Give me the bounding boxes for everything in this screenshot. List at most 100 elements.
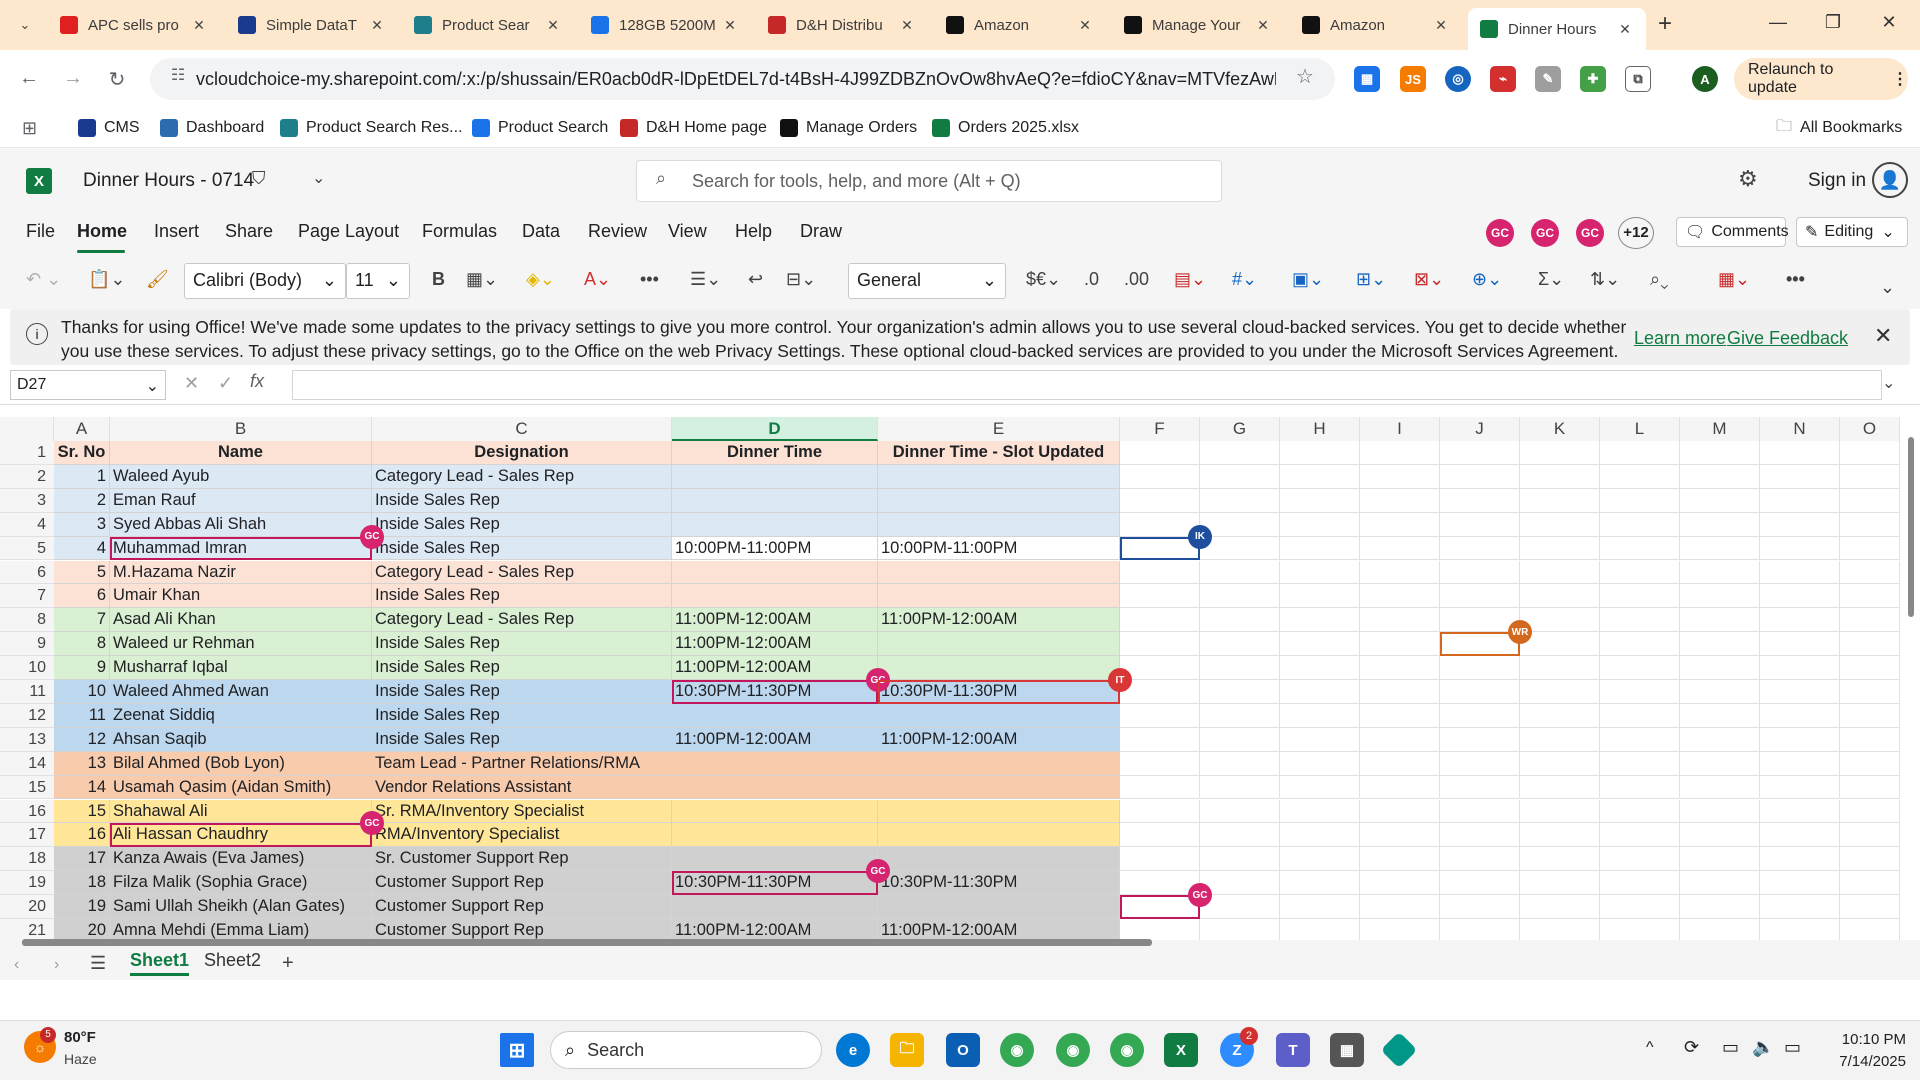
grid-cell[interactable] bbox=[1440, 703, 1520, 728]
increase-decimal-icon[interactable]: .00 bbox=[1124, 269, 1149, 290]
grid-cell[interactable] bbox=[1840, 536, 1900, 561]
collaborator-cursor-avatar[interactable]: GC bbox=[1188, 883, 1212, 908]
battery-icon[interactable]: ▭ bbox=[1784, 1037, 1801, 1058]
grid-cell[interactable] bbox=[1600, 608, 1680, 633]
column-header[interactable]: C bbox=[372, 417, 672, 441]
grid-cell[interactable] bbox=[1840, 703, 1900, 728]
table-cell-sr[interactable]: 11 bbox=[54, 703, 110, 728]
menu-tab[interactable]: Insert bbox=[154, 221, 199, 242]
grid-cell[interactable] bbox=[1760, 608, 1840, 633]
name-box[interactable]: D27 ⌄ bbox=[10, 370, 166, 400]
grid-cell[interactable] bbox=[1440, 919, 1520, 940]
header-cell[interactable]: Dinner Time bbox=[672, 441, 878, 465]
grid-cell[interactable] bbox=[1440, 464, 1520, 489]
grid-cell[interactable] bbox=[1520, 680, 1600, 704]
table-cell-designation[interactable]: Sr. Customer Support Rep bbox=[372, 847, 672, 872]
close-infobar-icon[interactable]: ✕ bbox=[1874, 323, 1892, 349]
grid-cell[interactable] bbox=[1760, 847, 1840, 872]
grid-cell[interactable] bbox=[1120, 560, 1200, 585]
grid-cell[interactable] bbox=[1440, 680, 1520, 704]
insert-function-icon[interactable]: fx bbox=[250, 371, 264, 392]
table-cell-name[interactable]: Filza Malik (Sophia Grace) bbox=[110, 871, 372, 896]
chrome-profile-icon[interactable]: ◉ bbox=[1056, 1033, 1090, 1067]
format-table-icon[interactable]: #⌄ bbox=[1232, 269, 1257, 290]
table-cell-updated[interactable] bbox=[878, 464, 1120, 489]
grid-cell[interactable] bbox=[1360, 727, 1440, 752]
grid-cell[interactable] bbox=[1120, 919, 1200, 940]
table-cell-dinner[interactable] bbox=[672, 464, 878, 489]
confirm-formula-icon[interactable]: ✓ bbox=[218, 373, 233, 394]
grid-cell[interactable] bbox=[1440, 751, 1520, 776]
bold-icon[interactable]: B bbox=[432, 269, 445, 290]
table-cell-dinner[interactable]: 10:00PM-11:00PM bbox=[672, 536, 878, 561]
grid-cell[interactable] bbox=[1520, 656, 1600, 680]
format-cells-icon[interactable]: ⊕⌄ bbox=[1472, 269, 1502, 290]
grid-cell[interactable] bbox=[1840, 512, 1900, 537]
next-sheet-icon[interactable]: › bbox=[54, 956, 59, 974]
all-sheets-menu-icon[interactable]: ☰ bbox=[90, 953, 106, 974]
grid-cell[interactable] bbox=[1760, 536, 1840, 561]
grid-cell[interactable] bbox=[1840, 632, 1900, 657]
fill-color-icon[interactable]: ◈⌄ bbox=[526, 269, 555, 290]
grid-cell[interactable] bbox=[1840, 608, 1900, 633]
table-cell-designation[interactable]: Inside Sales Rep bbox=[372, 584, 672, 609]
grid-cell[interactable] bbox=[1360, 584, 1440, 609]
grid-cell[interactable] bbox=[1760, 680, 1840, 704]
table-cell-sr[interactable]: 6 bbox=[54, 584, 110, 609]
give-feedback-link[interactable]: Give Feedback bbox=[1727, 328, 1848, 349]
row-header[interactable]: 19 bbox=[0, 871, 54, 896]
grid-cell[interactable] bbox=[1280, 847, 1360, 872]
grid-cell[interactable] bbox=[1120, 608, 1200, 633]
grid-cell[interactable] bbox=[1360, 680, 1440, 704]
grid-cell[interactable] bbox=[1200, 512, 1280, 537]
table-cell-dinner[interactable] bbox=[672, 895, 878, 919]
table-cell-designation[interactable]: Inside Sales Rep bbox=[372, 512, 672, 537]
windows-start-icon[interactable]: ⊞ bbox=[500, 1033, 534, 1067]
browser-tab[interactable]: 128GB 5200M ✕ bbox=[579, 6, 751, 44]
grid-cell[interactable] bbox=[1120, 464, 1200, 489]
table-cell-dinner[interactable]: 11:00PM-12:00AM bbox=[672, 727, 878, 752]
grid-cell[interactable] bbox=[1200, 632, 1280, 657]
grid-cell[interactable] bbox=[1600, 703, 1680, 728]
grid-cell[interactable] bbox=[1120, 656, 1200, 680]
extensions-puzzle-icon[interactable]: ⧉ bbox=[1625, 66, 1651, 92]
grid-cell[interactable] bbox=[1120, 799, 1200, 824]
grid-cell[interactable] bbox=[1600, 464, 1680, 489]
grid-cell[interactable] bbox=[1520, 488, 1600, 513]
table-cell-designation[interactable]: Category Lead - Sales Rep bbox=[372, 464, 672, 489]
file-explorer-icon[interactable]: 🗀 bbox=[890, 1033, 924, 1067]
browser-tab[interactable]: Product Sear ✕ bbox=[402, 6, 574, 44]
column-header[interactable]: N bbox=[1760, 417, 1840, 441]
grid-cell[interactable] bbox=[1280, 536, 1360, 561]
grid-cell[interactable] bbox=[1680, 751, 1760, 776]
row-header[interactable]: 5 bbox=[0, 536, 54, 561]
close-tab-icon[interactable]: ✕ bbox=[1616, 21, 1634, 38]
menu-tab[interactable]: Page Layout bbox=[298, 221, 399, 242]
grid-cell[interactable] bbox=[1520, 799, 1600, 824]
grid-cell[interactable] bbox=[1600, 680, 1680, 704]
more-options-icon[interactable]: ••• bbox=[1786, 269, 1805, 290]
table-cell-designation[interactable]: Customer Support Rep bbox=[372, 871, 672, 896]
grid-cell[interactable] bbox=[1600, 512, 1680, 537]
header-cell[interactable]: Name bbox=[110, 441, 372, 465]
grid-cell[interactable] bbox=[1440, 727, 1520, 752]
table-cell-designation[interactable]: Category Lead - Sales Rep bbox=[372, 560, 672, 585]
clock-date[interactable]: 7/14/2025 bbox=[1818, 1053, 1906, 1070]
learn-more-link[interactable]: Learn more bbox=[1634, 328, 1726, 349]
grid-cell[interactable] bbox=[1360, 608, 1440, 633]
calculator-icon[interactable]: ▦ bbox=[1330, 1033, 1364, 1067]
grid-cell[interactable] bbox=[1680, 632, 1760, 657]
table-cell-dinner[interactable] bbox=[672, 584, 878, 609]
table-cell-name[interactable]: Waleed ur Rehman bbox=[110, 632, 372, 657]
grid-cell[interactable] bbox=[1280, 919, 1360, 940]
grid-cell[interactable] bbox=[1520, 727, 1600, 752]
font-size-select[interactable]: 11 ⌄ bbox=[346, 263, 410, 299]
row-header[interactable]: 9 bbox=[0, 632, 54, 657]
more-collaborators-badge[interactable]: +12 bbox=[1618, 217, 1654, 249]
grid-cell[interactable] bbox=[1360, 703, 1440, 728]
row-header[interactable]: 12 bbox=[0, 703, 54, 728]
row-header[interactable]: 2 bbox=[0, 464, 54, 489]
table-cell-designation[interactable]: Inside Sales Rep bbox=[372, 727, 672, 752]
grid-cell[interactable] bbox=[1680, 488, 1760, 513]
grid-cell[interactable] bbox=[1440, 560, 1520, 585]
